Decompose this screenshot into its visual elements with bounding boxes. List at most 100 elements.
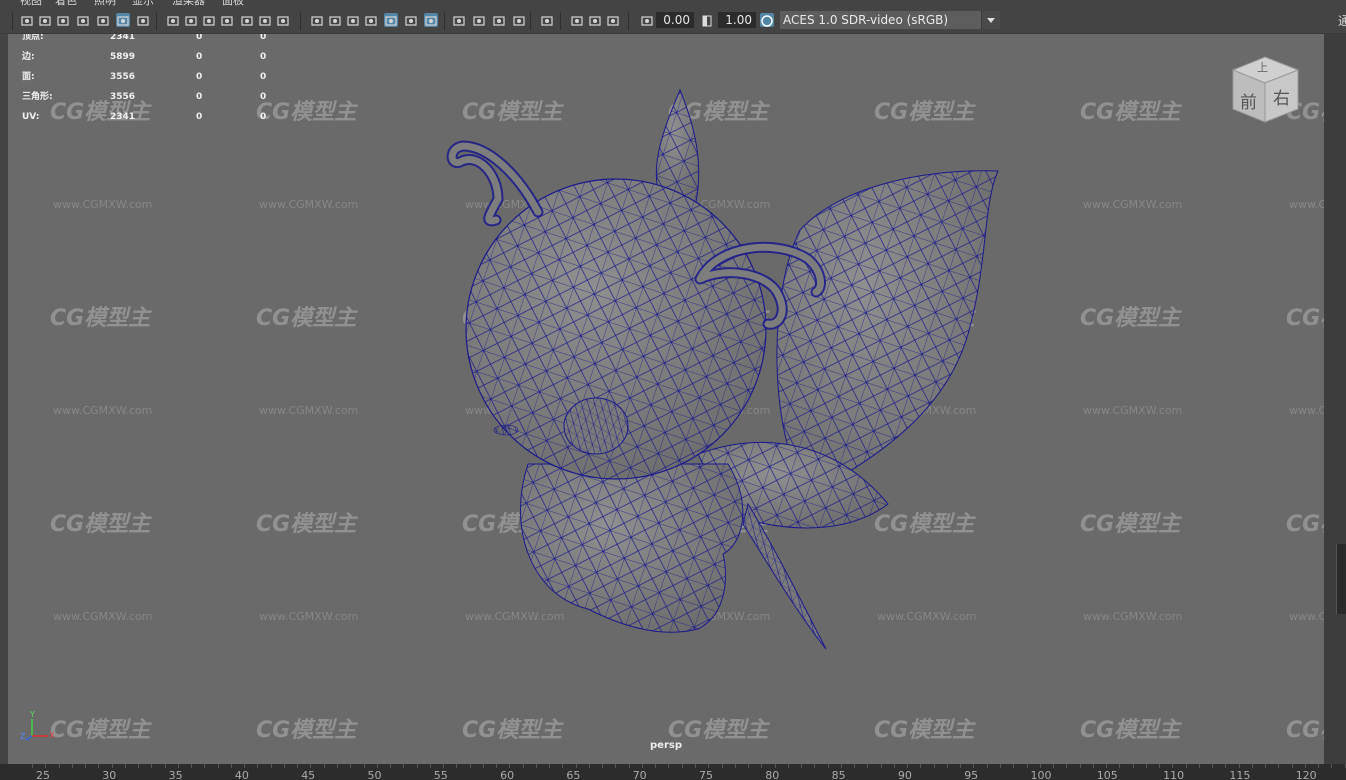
menu-item[interactable]: 照明 [94, 0, 116, 6]
ruler-minor-tick [721, 764, 723, 768]
menu-item[interactable]: 视图 [20, 0, 42, 6]
chevron-down-icon[interactable] [981, 11, 1000, 29]
gate-mask-icon[interactable] [202, 13, 216, 27]
ruler-tick-label: 50 [367, 769, 382, 780]
ruler-minor-tick [390, 764, 392, 768]
motion-blur-icon[interactable] [452, 13, 466, 27]
ruler-minor-tick [509, 764, 511, 768]
select-camera-icon[interactable] [20, 13, 34, 27]
safe-title-icon[interactable] [258, 13, 272, 27]
axis-y-label: Y [30, 710, 35, 719]
perspective-viewport[interactable]: CG模型主CG模型主CG模型主CG模型主CG模型主CG模型主CG模型主CG模型主… [8, 34, 1324, 764]
safe-action-icon[interactable] [240, 13, 254, 27]
ruler-tick-label: 115 [1229, 769, 1251, 780]
panel-tab[interactable] [1336, 544, 1346, 614]
ruler-minor-tick [1225, 764, 1227, 768]
film-gate-icon[interactable] [166, 13, 180, 27]
ruler-tick-label: 55 [433, 769, 448, 780]
menu-item[interactable]: 面板 [222, 0, 244, 6]
ruler-minor-tick [1291, 764, 1293, 768]
ruler-minor-tick [1026, 764, 1028, 768]
bookmarks-icon[interactable] [56, 13, 70, 27]
ruler-minor-tick [854, 764, 856, 768]
xray-icon[interactable] [346, 13, 360, 27]
ruler-minor-tick [283, 764, 285, 768]
wireframe-icon[interactable] [276, 13, 290, 27]
2d-pan-zoom-icon[interactable] [96, 13, 110, 27]
ruler-minor-tick [1304, 764, 1306, 768]
ambient-occlusion-icon[interactable] [424, 13, 438, 27]
ruler-minor-tick [748, 764, 750, 768]
ruler-minor-tick [111, 764, 113, 768]
ruler-minor-tick [774, 764, 776, 768]
ruler-minor-tick [403, 764, 405, 768]
component-xray-icon[interactable] [588, 13, 602, 27]
viewcube-top-label: 上 [1257, 61, 1268, 74]
color-space-dropdown[interactable]: ACES 1.0 SDR-video (sRGB) [780, 11, 1000, 29]
isolate-icon[interactable] [364, 13, 378, 27]
flat-shade-icon[interactable] [328, 13, 342, 27]
ruler-tick-label: 110 [1163, 769, 1185, 780]
view-cube[interactable]: 上 前 右 [1230, 54, 1300, 126]
field-chart-icon[interactable] [220, 13, 234, 27]
ruler-minor-tick [1318, 764, 1320, 768]
ruler-minor-tick [761, 764, 763, 768]
backface-icon[interactable] [606, 13, 620, 27]
ruler-minor-tick [363, 764, 365, 768]
ruler-tick-label: 105 [1096, 769, 1118, 780]
image-plane-icon[interactable] [76, 13, 90, 27]
menu-item[interactable]: 渲染器 [172, 0, 205, 6]
ruler-minor-tick [297, 764, 299, 768]
wireframe-model[interactable] [8, 34, 1324, 764]
shadows-icon[interactable] [404, 13, 418, 27]
gamma-field[interactable]: 1.00 [718, 12, 756, 28]
exposure-icon[interactable] [640, 13, 654, 27]
ruler-tick-label: 90 [897, 769, 912, 780]
menu-item[interactable]: 显示 [132, 0, 154, 6]
ruler-tick-label: 65 [566, 769, 581, 780]
camera-attributes-icon[interactable] [38, 13, 52, 27]
ruler-minor-tick [310, 764, 312, 768]
ruler-tick-label: 25 [36, 769, 50, 780]
ruler-tick-label: 95 [964, 769, 979, 780]
ruler-minor-tick [350, 764, 352, 768]
wing-large [776, 170, 999, 495]
xray-joints-icon[interactable] [570, 13, 584, 27]
right-side-panel [1324, 34, 1346, 764]
menu-item[interactable]: 着色 [55, 0, 77, 6]
ruler-minor-tick [920, 764, 922, 768]
ruler-minor-tick [270, 764, 272, 768]
depth-of-field-icon[interactable] [492, 13, 506, 27]
ruler-minor-tick [204, 764, 206, 768]
time-slider-ruler[interactable]: 25 30 35 40 45 50 55 60 65 70 75 80 85 90 95 100 105 110 1… [0, 764, 1346, 780]
texture-icon[interactable] [512, 13, 526, 27]
ruler-minor-tick [85, 764, 87, 768]
grease-pencil-icon[interactable] [116, 13, 130, 27]
ruler-minor-tick [443, 764, 445, 768]
ruler-minor-tick [469, 764, 471, 768]
ruler-tick-label: 85 [831, 769, 846, 780]
color-management-icon[interactable] [760, 13, 774, 27]
axis-x-label: X [49, 731, 55, 740]
body [520, 463, 744, 633]
viewcube-front-label: 前 [1240, 93, 1257, 113]
multisample-icon[interactable] [472, 13, 486, 27]
ruler-minor-tick [588, 764, 590, 768]
ruler-minor-tick [787, 764, 789, 768]
ruler-minor-tick [893, 764, 895, 768]
ruler-minor-tick [1145, 764, 1147, 768]
ruler-minor-tick [867, 764, 869, 768]
ruler-minor-tick [840, 764, 842, 768]
grid-icon[interactable] [136, 13, 150, 27]
resolution-gate-icon[interactable] [184, 13, 198, 27]
lights-icon[interactable] [384, 13, 398, 27]
ruler-minor-tick [986, 764, 988, 768]
exposure-field[interactable]: 0.00 [656, 12, 694, 28]
ruler-minor-tick [641, 764, 643, 768]
gamma-icon[interactable] [700, 13, 714, 27]
ruler-minor-tick [244, 764, 246, 768]
isolate-select-icon[interactable] [540, 13, 554, 27]
ruler-minor-tick [907, 764, 909, 768]
ruler-minor-tick [138, 764, 140, 768]
smooth-shade-icon[interactable] [310, 13, 324, 27]
